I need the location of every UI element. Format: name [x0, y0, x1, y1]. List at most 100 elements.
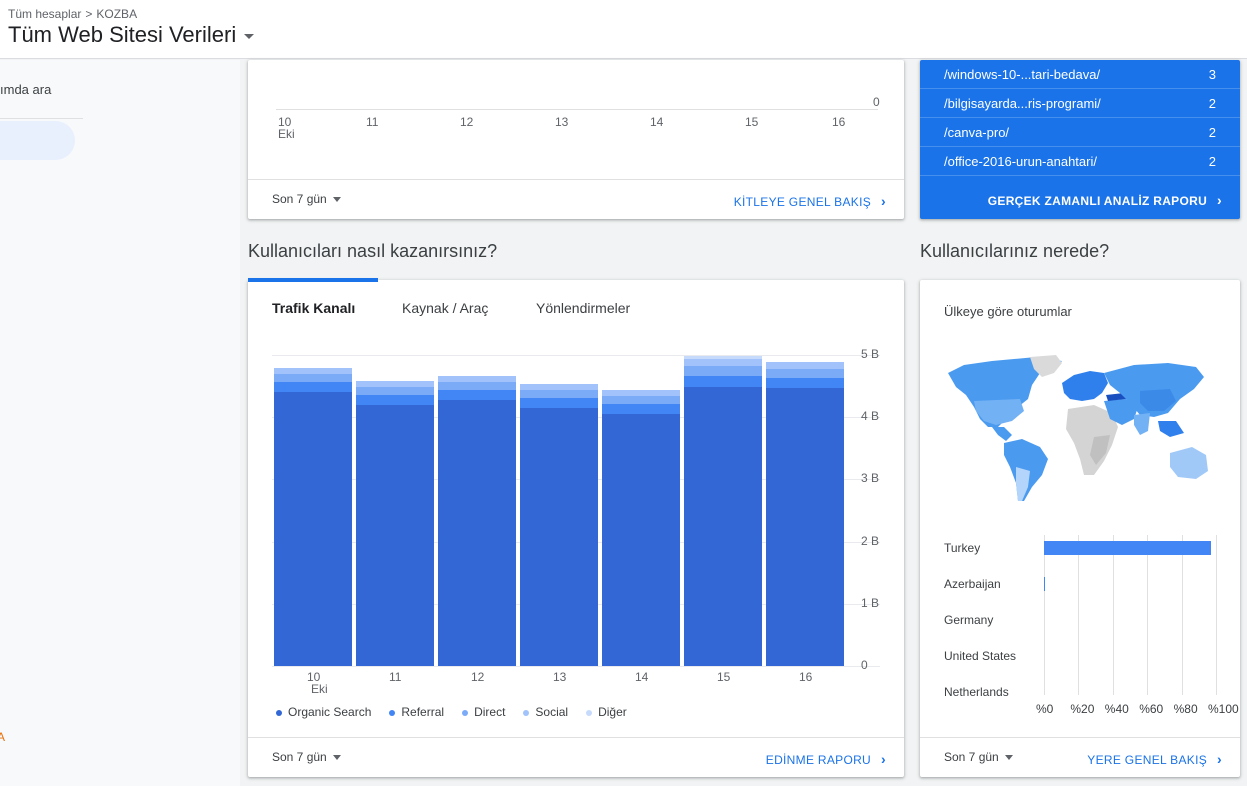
period-selector[interactable]: Son 7 gün [944, 750, 1013, 764]
map-central-america [992, 427, 1012, 441]
x-tick-label: 15 [745, 115, 759, 129]
bar-segment-referral[interactable] [356, 394, 434, 405]
bar-segment-social[interactable] [684, 358, 762, 366]
bar-segment-referral[interactable] [520, 397, 598, 408]
sidebar-item-active[interactable] [0, 121, 75, 160]
active-tab-indicator [248, 278, 378, 282]
legend-dot-icon [586, 709, 593, 716]
caret-down-icon [332, 197, 341, 203]
bar-segment-referral[interactable] [438, 390, 516, 401]
realtime-row[interactable]: /windows-10-...tari-bedava/3 [920, 60, 1240, 89]
bar-segment-referral[interactable] [274, 382, 352, 393]
bar-segment-direct[interactable] [602, 396, 680, 405]
breadcrumb-root[interactable]: Tüm hesaplar [8, 7, 81, 21]
bar-segment-referral[interactable] [684, 376, 762, 388]
link-label: YERE GENEL BAKIŞ [1087, 753, 1208, 767]
warning-icon: A [0, 730, 6, 744]
sidebar-search[interactable]: ımda ara [0, 82, 51, 97]
x-tick-label: 12 [460, 115, 474, 129]
tab-referrals[interactable]: Yönlendirmeler [536, 300, 630, 316]
card-footer: Son 7 gün EDİNME RAPORU › [248, 737, 904, 777]
bar-segment-diğer[interactable] [684, 355, 762, 359]
x-month-label: Eki [278, 127, 295, 141]
legend-item[interactable]: Diğer [586, 705, 627, 719]
bar-segment-direct[interactable] [438, 382, 516, 391]
country-label[interactable]: Germany [944, 613, 993, 627]
bar-segment-organic-search[interactable] [684, 387, 762, 666]
bar-stack[interactable] [602, 355, 680, 666]
realtime-row[interactable]: /canva-pro/2 [920, 118, 1240, 147]
country-label[interactable]: Netherlands [944, 685, 1009, 699]
tab-source-medium[interactable]: Kaynak / Araç [402, 300, 488, 316]
tab-traffic-channel[interactable]: Trafik Kanalı [272, 300, 355, 316]
legend-item[interactable]: Organic Search [276, 705, 371, 719]
country-label[interactable]: Turkey [944, 541, 980, 555]
breadcrumb-account[interactable]: KOZBA [96, 7, 137, 21]
bar-segment-direct[interactable] [274, 374, 352, 383]
bar-segment-referral[interactable] [602, 404, 680, 415]
realtime-row[interactable]: /office-2016-urun-anahtari/2 [920, 147, 1240, 176]
bar-segment-organic-search[interactable] [274, 392, 352, 666]
bar-segment-direct[interactable] [520, 389, 598, 398]
country-label[interactable]: Azerbaijan [944, 577, 1001, 591]
legend-label: Referral [401, 705, 445, 719]
bar-segment-organic-search[interactable] [438, 400, 516, 666]
period-selector[interactable]: Son 7 gün [272, 750, 341, 764]
percent-tick-label: %80 [1173, 702, 1198, 716]
country-label[interactable]: United States [944, 649, 1016, 663]
bar-stack[interactable] [766, 355, 844, 666]
bar-segment-social[interactable] [438, 376, 516, 383]
percent-tick-label: %20 [1070, 702, 1095, 716]
map-se-asia [1158, 421, 1184, 437]
breadcrumb[interactable]: Tüm hesaplar > KOZBA [8, 7, 137, 21]
audience-overview-link[interactable]: KİTLEYE GENEL BAKIŞ › [734, 193, 886, 209]
property-selector[interactable]: Tüm Web Sitesi Verileri [8, 22, 255, 48]
realtime-page-count: 3 [1208, 67, 1216, 82]
bar-segment-social[interactable] [520, 383, 598, 390]
bar-segment-organic-search[interactable] [356, 404, 434, 666]
country-bar[interactable] [1044, 541, 1211, 555]
legend-item[interactable]: Referral [389, 705, 444, 719]
realtime-row[interactable]: /bilgisayarda...ris-programi/2 [920, 89, 1240, 118]
chart-gridline [1181, 535, 1183, 695]
link-label: GERÇEK ZAMANLI ANALİZ RAPORU [987, 194, 1208, 208]
legend-dot-icon [276, 709, 282, 716]
bar-segment-organic-search[interactable] [602, 414, 680, 666]
realtime-page-count: 2 [1208, 125, 1216, 140]
map-europe [1062, 371, 1108, 401]
map-australia [1170, 447, 1208, 479]
bar-stack[interactable] [684, 355, 762, 666]
realtime-report-link[interactable]: GERÇEK ZAMANLI ANALİZ RAPORU › [988, 192, 1222, 208]
bar-segment-social[interactable] [356, 380, 434, 387]
legend-label: Social [535, 705, 569, 719]
chart-gridline [1216, 535, 1217, 695]
bar-segment-organic-search[interactable] [766, 387, 844, 666]
bar-segment-social[interactable] [274, 368, 352, 375]
period-label: Son 7 gün [272, 192, 327, 206]
period-selector[interactable]: Son 7 gün [272, 192, 341, 206]
caret-down-icon[interactable] [244, 33, 255, 39]
chart-gridline [1112, 535, 1114, 695]
bar-stack[interactable] [520, 355, 598, 666]
bar-segment-referral[interactable] [766, 378, 844, 388]
bar-stack[interactable] [274, 355, 352, 666]
bar-segment-direct[interactable] [356, 386, 434, 395]
y-tick-label: 3 B [861, 471, 880, 486]
x-month-label: Eki [311, 682, 328, 696]
world-map[interactable] [944, 355, 1216, 505]
bar-segment-social[interactable] [766, 361, 844, 369]
geo-subtitle: Ülkeye göre oturumlar [944, 304, 1072, 319]
legend-item[interactable]: Social [523, 705, 568, 719]
country-bar[interactable] [1044, 577, 1045, 591]
acquisition-report-link[interactable]: EDİNME RAPORU › [766, 751, 886, 767]
bar-segment-social[interactable] [602, 389, 680, 397]
bar-segment-direct[interactable] [684, 365, 762, 377]
bar-segment-direct[interactable] [766, 368, 844, 379]
geo-overview-link[interactable]: YERE GENEL BAKIŞ › [1087, 751, 1222, 767]
bar-segment-organic-search[interactable] [520, 407, 598, 666]
x-tick-label: 13 [553, 670, 567, 684]
legend-item[interactable]: Direct [462, 705, 505, 719]
bar-stack[interactable] [356, 355, 434, 666]
bar-stack[interactable] [438, 355, 516, 666]
chevron-right-icon: › [1217, 192, 1222, 208]
